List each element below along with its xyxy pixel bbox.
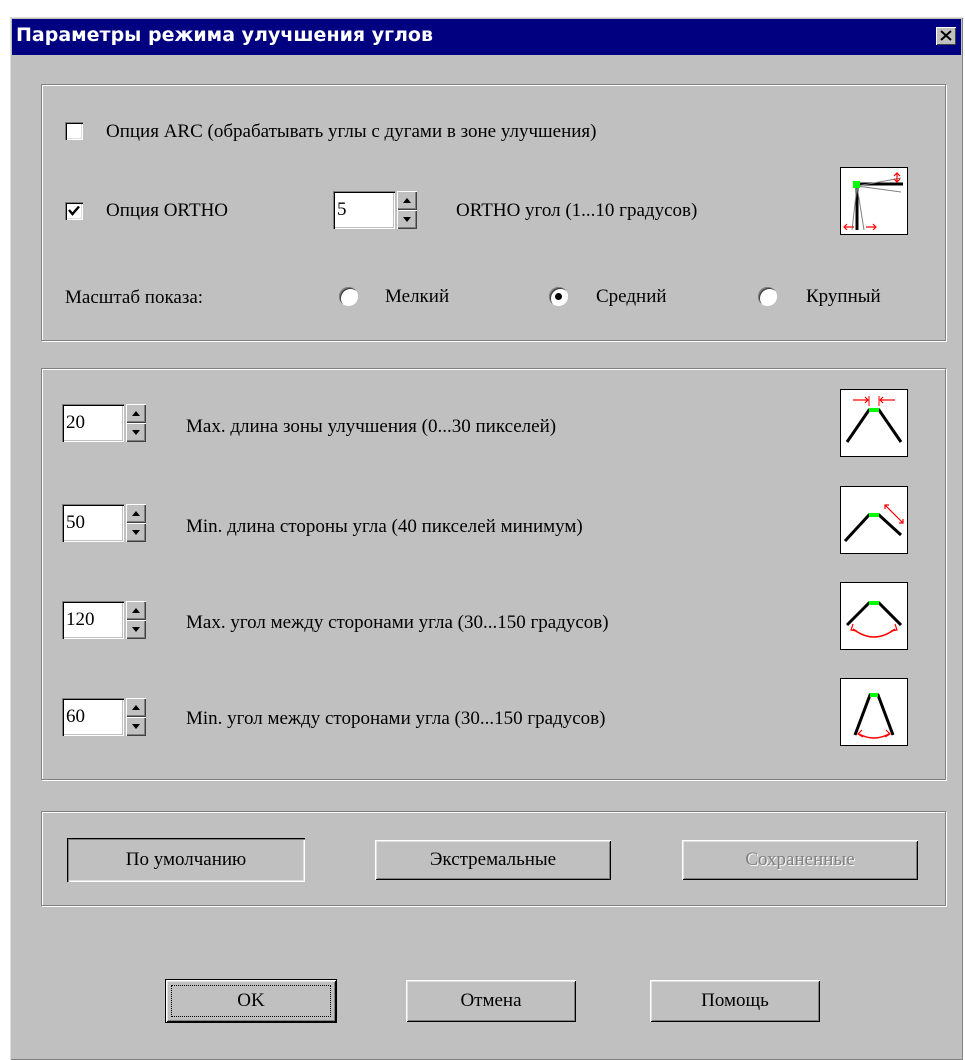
help-label: Помощь [701, 990, 769, 1011]
min-side-length-illustration [840, 486, 908, 554]
min-side-length-input[interactable]: 50 [62, 504, 124, 542]
max-zone-length-illustration [840, 389, 908, 457]
max-zone-length-label: Max. длина зоны улучшения (0...30 пиксел… [186, 416, 557, 437]
check-mark-icon [68, 205, 80, 216]
min-side-length-spinner[interactable] [126, 504, 146, 542]
arrow-up-icon [403, 198, 411, 203]
arrow-down-icon [403, 217, 411, 222]
max-angle-illustration [840, 582, 908, 650]
ortho-option-checkbox[interactable] [65, 202, 83, 220]
min-angle-illustration [840, 678, 908, 746]
spin-up-button[interactable] [126, 404, 146, 423]
ortho-angle-input[interactable]: 5 [333, 191, 395, 229]
scale-small-label[interactable]: Мелкий [385, 286, 449, 308]
spin-up-button[interactable] [126, 601, 146, 620]
max-angle-icon [845, 601, 903, 638]
min-angle-value: 60 [66, 706, 85, 727]
min-side-length-icon [843, 504, 904, 543]
arrow-up-icon [132, 411, 140, 416]
arc-option-checkbox[interactable] [65, 122, 83, 140]
arrow-down-icon [132, 724, 140, 729]
scale-medium-radio[interactable] [549, 287, 568, 306]
spin-down-button[interactable] [126, 717, 146, 736]
scale-label: Масштаб показа: [65, 287, 204, 308]
extreme-preset-label: Экстремальные [429, 849, 557, 870]
arrow-up-icon [132, 511, 140, 516]
arrow-down-icon [132, 430, 140, 435]
min-angle-input[interactable]: 60 [62, 698, 124, 736]
max-angle-input[interactable]: 120 [62, 601, 124, 639]
max-zone-length-value: 20 [66, 412, 85, 433]
default-preset-label: По умолчанию [125, 849, 247, 870]
max-angle-label: Max. угол между сторонами угла (30...150… [186, 612, 609, 633]
cancel-label: Отмена [460, 990, 522, 1011]
arc-option-label[interactable]: Опция ARC (обрабатывать углы с дугами в … [106, 121, 597, 143]
spin-down-button[interactable] [126, 523, 146, 542]
ortho-corner-icon [843, 172, 903, 231]
min-angle-label: Min. угол между сторонами угла (30...150… [186, 708, 606, 729]
arrow-up-icon [132, 608, 140, 613]
ortho-option-label[interactable]: Опция ORTHO [106, 200, 228, 222]
spin-up-button[interactable] [126, 698, 146, 717]
spin-up-button[interactable] [126, 504, 146, 523]
ortho-illustration [840, 167, 908, 235]
min-side-length-label: Min. длина стороны угла (40 пикселей мин… [186, 516, 583, 537]
max-angle-value: 120 [66, 609, 95, 630]
scale-small-radio[interactable] [339, 287, 358, 306]
ortho-range-label: ORTHO угол (1...10 градусов) [456, 200, 698, 221]
ortho-angle-spinner[interactable] [397, 191, 417, 229]
arrow-down-icon [132, 530, 140, 535]
max-zone-length-spinner[interactable] [126, 404, 146, 442]
min-side-length-value: 50 [66, 512, 85, 533]
default-preset-button[interactable]: По умолчанию [67, 838, 305, 882]
scale-large-radio[interactable] [758, 287, 777, 306]
max-zone-length-icon [845, 396, 903, 443]
spin-up-button[interactable] [397, 191, 417, 210]
arrow-down-icon [132, 627, 140, 632]
saved-preset-label: Сохраненные [745, 849, 855, 870]
min-angle-spinner[interactable] [126, 698, 146, 736]
max-angle-spinner[interactable] [126, 601, 146, 639]
focus-rect [171, 985, 331, 1017]
close-icon [940, 30, 952, 41]
saved-preset-button[interactable]: Сохраненные [682, 840, 918, 880]
ok-button[interactable]: OK [165, 979, 337, 1023]
spin-down-button[interactable] [126, 620, 146, 639]
scale-large-label[interactable]: Крупный [806, 286, 881, 308]
close-button[interactable] [936, 27, 956, 45]
spin-down-button[interactable] [397, 210, 417, 229]
extreme-preset-button[interactable]: Экстремальные [375, 840, 611, 880]
ortho-angle-value: 5 [337, 199, 347, 220]
window-title: Параметры режима улучшения углов [16, 24, 433, 46]
scale-medium-label[interactable]: Средний [596, 286, 667, 308]
spin-down-button[interactable] [126, 423, 146, 442]
min-angle-icon [853, 693, 895, 739]
cancel-button[interactable]: Отмена [406, 980, 576, 1022]
help-button[interactable]: Помощь [650, 980, 820, 1022]
max-zone-length-input[interactable]: 20 [62, 404, 124, 442]
title-bar[interactable]: Параметры режима улучшения углов [12, 19, 961, 55]
arrow-up-icon [132, 705, 140, 710]
